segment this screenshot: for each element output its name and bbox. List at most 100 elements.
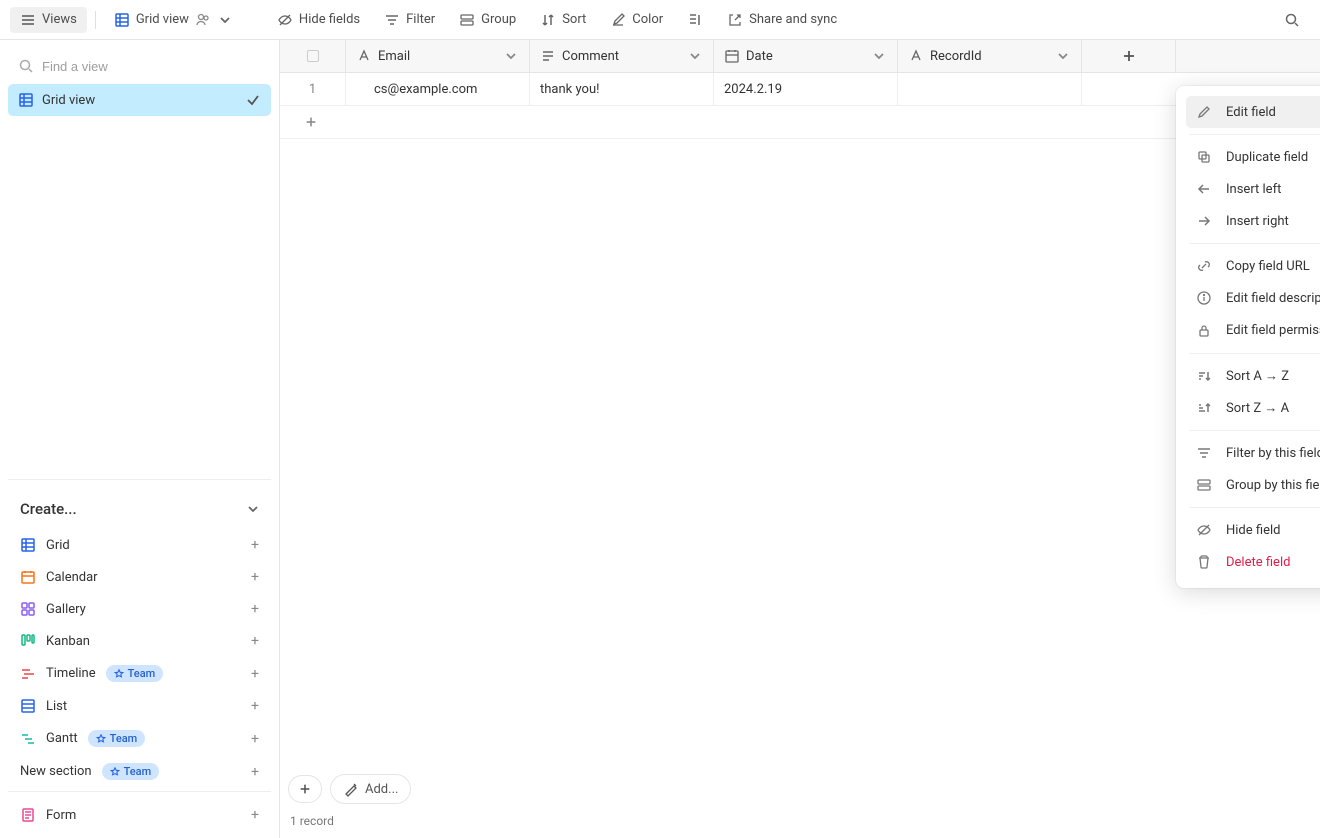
sidebar: Grid view Create... Grid + [0,40,280,838]
row-height-button[interactable] [677,7,713,33]
select-all-checkbox[interactable] [307,50,319,62]
column-label: Comment [562,49,619,64]
plus-icon: + [251,666,259,682]
chevron-down-icon[interactable] [503,48,519,64]
share-icon [727,12,743,28]
create-calendar[interactable]: Calendar + [8,562,271,592]
lock-icon [1196,323,1212,339]
sort-button[interactable]: Sort [530,7,596,33]
view-selector[interactable]: Grid view [104,7,243,33]
create-toggle[interactable]: Create... [8,492,271,530]
menu-duplicate[interactable]: Duplicate field [1186,141,1320,173]
create-gantt[interactable]: Gantt Team + [8,723,271,754]
menu-label: Insert left [1226,182,1281,197]
column-label: RecordId [930,49,982,64]
filter-button[interactable]: Filter [374,7,445,33]
timeline-icon [20,666,36,682]
toolbar: Views Grid view Hide fields Filter Group [0,0,1320,40]
plus-icon: + [251,807,259,823]
calendar-icon [20,569,36,585]
plus-icon: + [251,731,259,747]
sidebar-view-grid[interactable]: Grid view [8,84,271,116]
create-gallery[interactable]: Gallery + [8,594,271,624]
form-section: Form + [8,791,271,830]
add-column-button[interactable] [1082,40,1176,72]
create-grid[interactable]: Grid + [8,530,271,560]
create-list: Grid + Calendar + Gallery + Kanban + [8,530,271,787]
menu-insert-left[interactable]: Insert left [1186,173,1320,205]
menu-label: Sort A → Z [1226,368,1289,384]
menu-insert-right[interactable]: Insert right [1186,205,1320,237]
menu-edit-field[interactable]: Edit field [1186,96,1320,128]
menu-hide-field[interactable]: Hide field [1186,514,1320,546]
cell-comment[interactable]: thank you! [530,73,714,105]
menu-label: Delete field [1226,555,1290,570]
row-number[interactable]: 1 [280,73,346,105]
list-icon [20,698,36,714]
menu-delete-field[interactable]: Delete field [1186,546,1320,578]
find-view-input[interactable] [42,59,261,74]
add-row-button[interactable] [280,106,1320,139]
menu-group-by[interactable]: Group by this field [1186,469,1320,501]
create-timeline[interactable]: Timeline Team + [8,658,271,689]
divider [1190,507,1320,508]
hide-fields-button[interactable]: Hide fields [267,7,370,33]
divider [1190,134,1320,135]
menu-sort-az[interactable]: Sort A → Z [1186,360,1320,392]
cell-email[interactable]: cs@example.com [346,73,530,105]
find-view-search[interactable] [8,48,271,84]
longtext-icon [540,48,556,64]
create-item-label: Timeline [46,666,96,681]
search-button[interactable] [1274,7,1310,33]
divider [1190,243,1320,244]
row-header[interactable] [280,40,346,72]
content: Email Comment Date RecordId [280,40,1320,838]
create-new-section[interactable]: New section Team + [8,756,271,787]
share-button[interactable]: Share and sync [717,7,847,33]
plus-icon: + [251,698,259,714]
field-context-menu: Edit field Duplicate field Insert left I… [1176,86,1320,588]
row-height-icon [687,12,703,28]
create-item-label: Kanban [46,634,90,649]
menu-copy-url[interactable]: Copy field URL [1186,250,1320,282]
cell-recordid[interactable] [898,73,1082,105]
column-email[interactable]: Email [346,40,530,72]
table-row[interactable]: 1 cs@example.com thank you! 2024.2.19 [280,73,1320,106]
sort-icon [540,12,556,28]
create-list[interactable]: List + [8,691,271,721]
chevron-down-icon[interactable] [871,48,887,64]
menu-sort-za[interactable]: Sort Z → A [1186,392,1320,424]
views-button[interactable]: Views [10,7,87,33]
color-button[interactable]: Color [600,7,673,33]
check-icon [245,92,261,108]
chevron-down-icon[interactable] [1055,48,1071,64]
divider [95,11,96,29]
menu-edit-description[interactable]: Edit field description [1186,282,1320,314]
add-menu-label: Add... [365,782,398,797]
menu-filter-by[interactable]: Filter by this field [1186,437,1320,469]
create-header-label: Create... [20,500,77,518]
eye-off-icon [277,12,293,28]
add-record-button[interactable] [288,775,322,803]
cell-date[interactable]: 2024.2.19 [714,73,898,105]
search-icon [18,58,34,74]
menu-label: Group by this field [1226,478,1320,493]
column-recordid[interactable]: RecordId [898,40,1082,72]
menu-label: Edit field [1226,105,1276,120]
calendar-icon [724,48,740,64]
plus-icon: + [251,537,259,553]
column-date[interactable]: Date [714,40,898,72]
menu-label: Sort Z → A [1226,400,1289,416]
menu-edit-permissions[interactable]: Edit field permissions Team [1186,314,1320,347]
create-kanban[interactable]: Kanban + [8,626,271,656]
create-form[interactable]: Form + [8,800,271,830]
add-menu-button[interactable]: Add... [330,774,411,804]
column-comment[interactable]: Comment [530,40,714,72]
group-button[interactable]: Group [449,7,526,33]
divider [1190,353,1320,354]
team-badge: Team [88,730,146,747]
chevron-down-icon[interactable] [687,48,703,64]
eye-off-icon [1196,522,1212,538]
filter-label: Filter [406,12,435,27]
info-icon [1196,290,1212,306]
